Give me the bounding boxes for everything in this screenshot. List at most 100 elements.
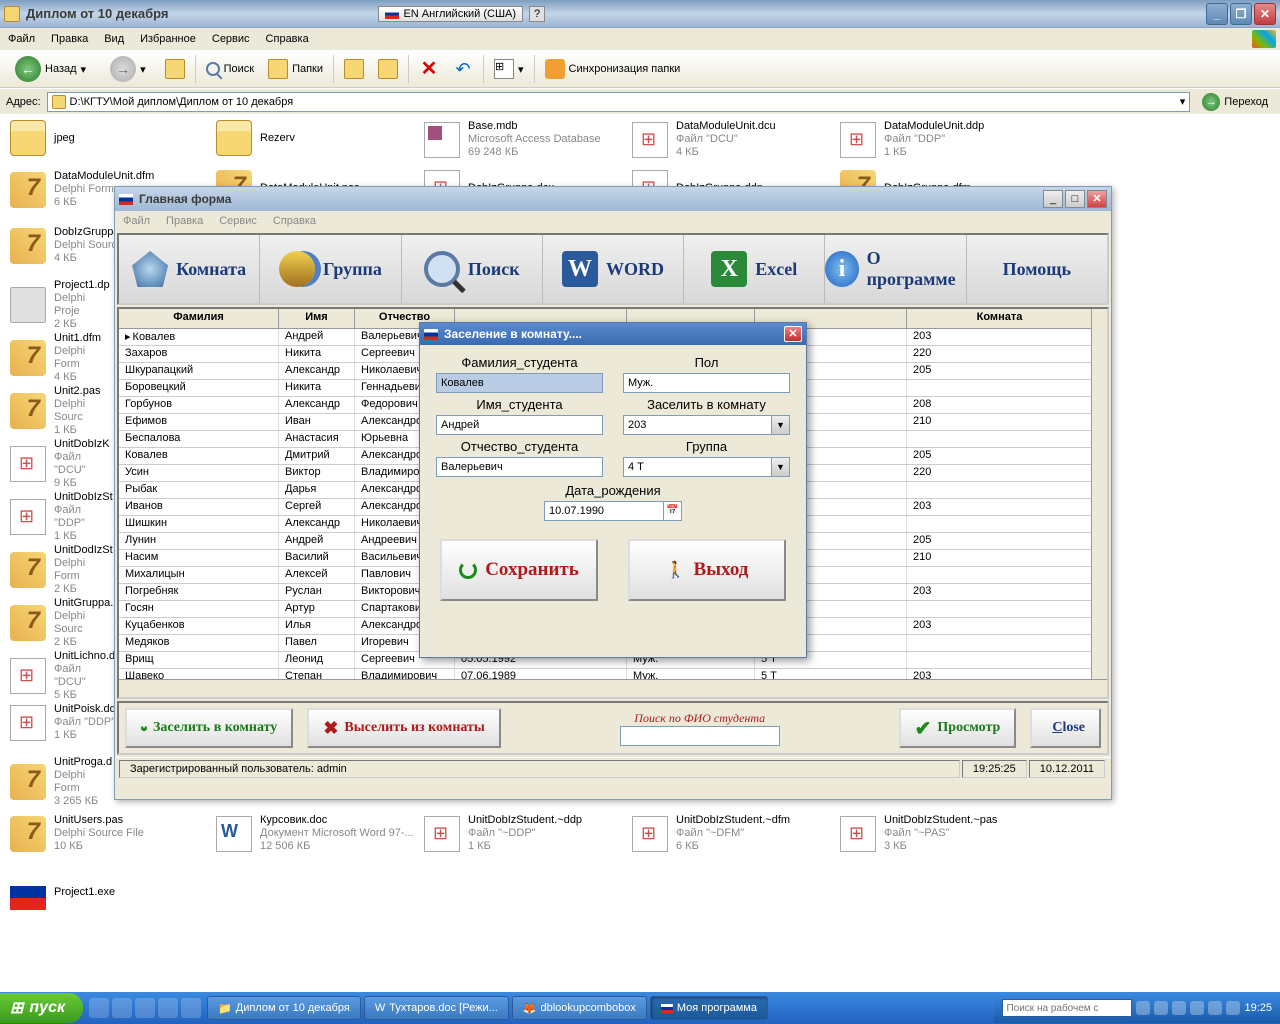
menu-file[interactable]: Файл	[8, 33, 35, 45]
file-item[interactable]: Курсовик.docДокумент Microsoft Word 97-.…	[216, 814, 416, 853]
file-item[interactable]: Unit1.dfmDelphi Form4 КБ	[10, 332, 110, 384]
checkin-button[interactable]: Заселить в комнату	[125, 708, 293, 748]
tray-icon[interactable]	[1190, 1001, 1204, 1015]
views-button[interactable]: ⊞▾	[490, 57, 528, 81]
chevron-down-icon[interactable]: ▼	[772, 415, 790, 435]
file-item[interactable]: Base.mdbMicrosoft Access Database69 248 …	[424, 120, 624, 159]
surname-input[interactable]	[436, 373, 603, 393]
room-button[interactable]: Комната	[119, 235, 260, 303]
help-button[interactable]: Помощь	[967, 235, 1107, 303]
delete-button[interactable]: ✕	[415, 57, 443, 81]
exit-button[interactable]: 🚶Выход	[628, 539, 786, 601]
file-item[interactable]: Unit2.pasDelphi Sourc1 КБ	[10, 385, 110, 437]
dialog-titlebar[interactable]: Заселение в комнату.... ✕	[420, 323, 806, 345]
vertical-scrollbar[interactable]	[1091, 309, 1107, 679]
patronymic-input[interactable]	[436, 457, 603, 477]
menu-tools[interactable]: Сервис	[219, 215, 257, 227]
file-item[interactable]: UnitPoisk.ddФайл "DDP"1 КБ	[10, 703, 110, 742]
file-item[interactable]: UnitDobIzStФайл "DDP"1 КБ	[10, 491, 110, 543]
tray-search[interactable]	[1002, 999, 1132, 1017]
ql-icon[interactable]	[158, 998, 178, 1018]
minimize-button[interactable]: _	[1206, 3, 1228, 25]
menu-file[interactable]: Файл	[123, 215, 150, 227]
close-button[interactable]: ✕	[1087, 190, 1107, 208]
menu-favorites[interactable]: Избранное	[140, 33, 196, 45]
close-button[interactable]: ✕	[1254, 3, 1276, 25]
folders-button[interactable]: Папки	[264, 57, 327, 81]
file-item[interactable]: Project1.exe	[10, 874, 210, 910]
menu-help[interactable]: Справка	[266, 33, 309, 45]
file-item[interactable]: Rezerv	[216, 120, 416, 156]
sex-input[interactable]	[623, 373, 790, 393]
help-icon[interactable]: ?	[529, 6, 545, 22]
up-button[interactable]	[161, 57, 189, 81]
app-titlebar[interactable]: Главная форма _ □ ✕	[115, 187, 1111, 211]
undo-button[interactable]: ↶	[449, 57, 477, 81]
menu-help[interactable]: Справка	[273, 215, 316, 227]
col-room[interactable]: Комната	[907, 309, 1093, 328]
file-item[interactable]: UnitLichno.dФайл "DCU"5 КБ	[10, 650, 110, 702]
task-button[interactable]: 📁Диплом от 10 декабря	[207, 996, 361, 1020]
menu-tools[interactable]: Сервис	[212, 33, 250, 45]
tray-icon[interactable]	[1154, 1001, 1168, 1015]
tray-icon[interactable]	[1172, 1001, 1186, 1015]
language-indicator[interactable]: EN Английский (США)	[378, 6, 523, 22]
maximize-button[interactable]: □	[1065, 190, 1085, 208]
file-item[interactable]: UnitDodIzStDelphi Form2 КБ	[10, 544, 110, 596]
file-item[interactable]: UnitDobIzStudent.~dfmФайл "~DFM"6 КБ	[632, 814, 832, 853]
file-item[interactable]: UnitProga.dDelphi Form3 265 КБ	[10, 756, 110, 808]
about-button[interactable]: iО программе	[825, 235, 966, 303]
task-button[interactable]: 🦊dblookupcombobox	[512, 996, 647, 1020]
file-item[interactable]: DobIzGruppa.pasDelphi Source4 КБ	[10, 226, 110, 265]
file-item[interactable]: UnitDobIzKФайл "DCU"9 КБ	[10, 438, 110, 490]
search-input[interactable]	[620, 726, 780, 746]
move-button[interactable]	[340, 57, 368, 81]
view-button[interactable]: ✔Просмотр	[899, 708, 1017, 748]
task-button[interactable]: WТухтаров.doc [Режи...	[364, 996, 509, 1020]
tray-icon[interactable]	[1208, 1001, 1222, 1015]
col-name[interactable]: Имя	[279, 309, 355, 328]
group-button[interactable]: Группа	[260, 235, 401, 303]
go-button[interactable]: →Переход	[1196, 93, 1274, 111]
tray-icon[interactable]	[1136, 1001, 1150, 1015]
start-button[interactable]: ⊞пуск	[0, 993, 83, 1023]
room-combo[interactable]: ▼	[623, 415, 790, 435]
file-item[interactable]: UnitDobIzStudent.~pasФайл "~PAS"3 КБ	[840, 814, 1040, 853]
ql-icon[interactable]	[135, 998, 155, 1018]
save-button[interactable]: Сохранить	[440, 539, 598, 601]
file-item[interactable]: DataModuleUnit.ddpФайл "DDP"1 КБ	[840, 120, 1040, 159]
menu-edit[interactable]: Правка	[166, 215, 203, 227]
menu-view[interactable]: Вид	[104, 33, 124, 45]
excel-button[interactable]: XExcel	[684, 235, 825, 303]
back-button[interactable]: ← Назад ▾	[6, 53, 95, 85]
forward-button[interactable]: →▾	[101, 53, 155, 85]
maximize-button[interactable]: ❐	[1230, 3, 1252, 25]
checkout-button[interactable]: ✖Выселить из комнаты	[307, 708, 501, 748]
task-button[interactable]: Моя программа	[650, 996, 768, 1020]
word-button[interactable]: WWORD	[543, 235, 684, 303]
tray-icon[interactable]	[1226, 1001, 1240, 1015]
group-combo[interactable]: ▼	[623, 457, 790, 477]
file-item[interactable]: Project1.dpDelphi Proje2 КБ	[10, 279, 110, 331]
search-button[interactable]: Поиск	[402, 235, 543, 303]
chevron-down-icon[interactable]: ▼	[772, 457, 790, 477]
clock[interactable]: 19:25	[1244, 1002, 1272, 1014]
file-item[interactable]: UnitGruppa.Delphi Sourc2 КБ	[10, 597, 110, 649]
minimize-button[interactable]: _	[1043, 190, 1063, 208]
file-item[interactable]: UnitDobIzStudent.~ddpФайл "~DDP"1 КБ	[424, 814, 624, 853]
file-item[interactable]: jpeg	[10, 120, 210, 156]
file-item[interactable]: UnitUsers.pasDelphi Source File10 КБ	[10, 814, 210, 853]
copy-button[interactable]	[374, 57, 402, 81]
name-input[interactable]	[436, 415, 603, 435]
close-button[interactable]: Close	[1030, 708, 1101, 748]
horizontal-scrollbar[interactable]	[119, 679, 1107, 697]
dob-picker[interactable]: 📅	[544, 501, 682, 521]
ql-icon[interactable]	[181, 998, 201, 1018]
address-input[interactable]: D:\КГТУ\Мой диплом\Диплом от 10 декабря …	[47, 92, 1191, 112]
ql-icon[interactable]	[112, 998, 132, 1018]
col-surname[interactable]: Фамилия	[119, 309, 279, 328]
ql-icon[interactable]	[89, 998, 109, 1018]
menu-edit[interactable]: Правка	[51, 33, 88, 45]
search-button[interactable]: Поиск	[202, 60, 258, 78]
close-button[interactable]: ✕	[784, 326, 802, 342]
